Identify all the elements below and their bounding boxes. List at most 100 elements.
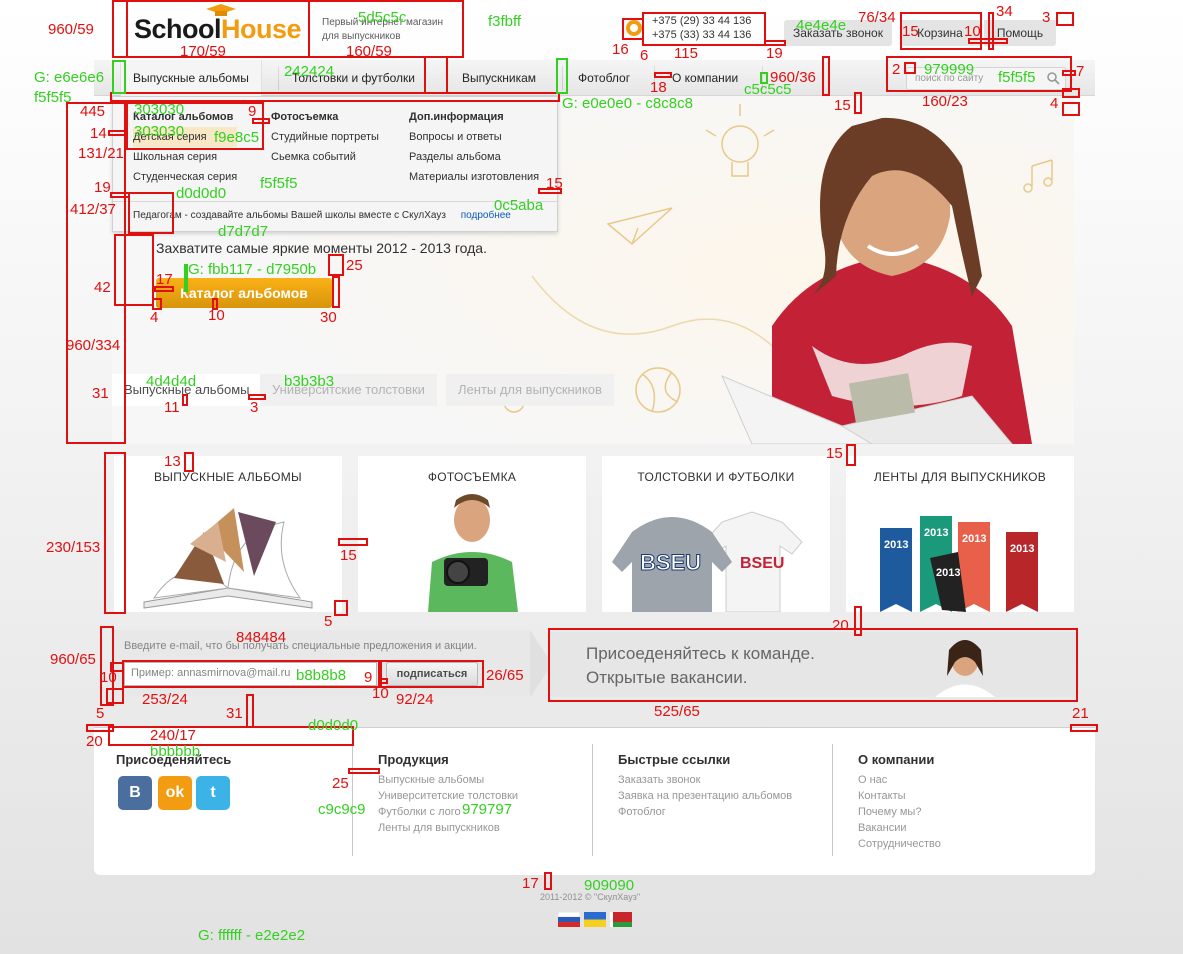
ribbons-image: 2013 2013 2013 2013 2013 (880, 516, 1038, 612)
annotation-label: c5c5c5 (744, 81, 792, 98)
category-card-hoodies[interactable]: ТОЛСТОВКИ И ФУТБОЛКИ BSEU BSEU (602, 456, 830, 612)
annotation-label: 7 (1076, 63, 1085, 80)
annotation-label: 31 (92, 385, 109, 402)
ribbon-year-3: 2013 (962, 533, 986, 545)
footer-link[interactable]: Фотоблог (618, 806, 666, 818)
annotation-label: f5f5f5 (34, 89, 72, 106)
dropdown-heading-photo[interactable]: Фотосъемка (271, 107, 379, 127)
annotation-label: 34 (996, 3, 1013, 20)
annotation-label: 170/59 (180, 43, 226, 60)
ribbon-year-4: 2013 (1010, 543, 1034, 555)
dropdown-footer-text: Педагогам - создавайте альбомы Вашей шко… (133, 210, 446, 221)
jobs-woman-photo (935, 640, 995, 697)
footer-link[interactable]: О нас (858, 774, 887, 786)
annotation-label: b3b3b3 (284, 373, 335, 390)
ukraine-flag-icon[interactable] (584, 912, 606, 927)
hoodie-tshirt-image: BSEU BSEU (612, 511, 803, 612)
footer-link[interactable]: Заказать звонок (618, 774, 700, 786)
logo-text: SchoolHouse (134, 14, 302, 45)
footer-quick-title: Быстрые ссылки (618, 752, 731, 767)
annotation-label: 26/65 (486, 667, 524, 684)
category-title: ТОЛСТОВКИ И ФУТБОЛКИ (637, 470, 795, 484)
subscribe-button[interactable]: подписаться (386, 662, 478, 686)
annotation-label: 960/334 (66, 337, 121, 354)
phone-icon (626, 20, 642, 36)
annotation-label: 15 (834, 97, 851, 114)
tshirt-print: BSEU (740, 555, 784, 572)
odnoklassniki-icon[interactable]: ok (158, 776, 192, 810)
annotation-label: 160/59 (346, 43, 392, 60)
annotation-label: 3 (250, 399, 259, 416)
footer-link[interactable]: Выпускные альбомы (378, 774, 484, 786)
annotation-label: 960/59 (48, 21, 94, 38)
footer-link[interactable]: Почему мы? (858, 806, 921, 818)
annotation-label: 10 (372, 685, 389, 702)
annotation-label: 4e4e4e (796, 17, 847, 34)
nav-item-graduates[interactable]: Выпускникам (450, 60, 548, 96)
annotation-label: 525/65 (654, 703, 700, 720)
annotation-label: 253/24 (142, 691, 188, 708)
dropdown-item-events[interactable]: Сьемка событий (271, 147, 379, 167)
annotation-label: G: e0e0e0 - c8c8c8 (562, 95, 693, 112)
hero-text: Захватите самые яркие моменты 2012 - 201… (156, 240, 487, 256)
category-card-albums[interactable]: ВЫПУСКНЫЕ АЛЬБОМЫ (114, 456, 342, 612)
dropdown-item-school[interactable]: Школьная серия (133, 147, 237, 167)
belarus-flag-icon[interactable] (610, 912, 632, 927)
nav-item-albums[interactable]: Выпускные альбомы (120, 60, 262, 96)
logo-house: House (221, 14, 302, 44)
annotation-label: 25 (332, 775, 349, 792)
annotation-label: G: fbb117 - d7950b (188, 261, 317, 278)
annotation-label: c9c9c9 (318, 801, 366, 818)
annotation-label: 3 (1042, 9, 1051, 26)
dropdown-item-student[interactable]: Студенческая серия (133, 167, 237, 187)
footer-separator (832, 744, 833, 856)
banner-arrow (530, 630, 552, 698)
dropdown-item-studio[interactable]: Студийные портреты (271, 127, 379, 147)
dropdown-item-faq[interactable]: Вопросы и ответы (409, 127, 539, 147)
footer-products-title: Продукция (378, 752, 449, 767)
footer-link[interactable]: Контакты (858, 790, 906, 802)
footer-link[interactable]: Заявка на презентацию альбомов (618, 790, 792, 802)
phone-1: +375 (29) 33 44 136 (652, 15, 752, 27)
hero-tab-ribbons[interactable]: Ленты для выпускников (446, 374, 614, 406)
annotation-label: 303030 (134, 123, 185, 140)
dropdown-item-materials[interactable]: Материалы изготовления (409, 167, 539, 187)
category-card-ribbons[interactable]: ЛЕНТЫ ДЛЯ ВЫПУСКНИКОВ 2013 2013 2013 201… (846, 456, 1074, 612)
vk-icon[interactable]: B (118, 776, 152, 810)
dropdown-item-sections[interactable]: Разделы альбома (409, 147, 539, 167)
ribbon-year-1: 2013 (884, 539, 908, 551)
annotation-label: 13 (164, 453, 181, 470)
category-title: ВЫПУСКНЫЕ АЛЬБОМЫ (154, 470, 302, 484)
russia-flag-icon[interactable] (558, 912, 580, 927)
dropdown-footer: Педагогам - создавайте альбомы Вашей шко… (113, 201, 557, 231)
twitter-icon[interactable]: t (196, 776, 230, 810)
catalog-button[interactable]: Каталог альбомов (156, 278, 332, 308)
annotation-label: 909090 (584, 877, 635, 894)
annotation-label: f5f5f5 (998, 69, 1036, 86)
annotation-label: 15 (546, 175, 563, 192)
nav-item-about[interactable]: О компании (660, 60, 750, 96)
annotation-label: 17 (156, 271, 173, 288)
search-icon[interactable] (1046, 71, 1060, 85)
annotation-label: 25 (346, 257, 363, 274)
nav-item-photoblog[interactable]: Фотоблог (566, 60, 642, 96)
annotation-label: 5 (324, 613, 333, 630)
category-card-photo[interactable]: ФОТОСЪЕМКА (358, 456, 586, 612)
ribbon-year-2: 2013 (924, 527, 948, 539)
annotation-label: f9e8c5 (214, 129, 260, 146)
footer-separator (352, 744, 353, 856)
annotation-label: 5d5c5c (358, 9, 407, 26)
footer-link[interactable]: Ленты для выпускников (378, 822, 500, 834)
annotation-label: 115 (674, 45, 698, 62)
footer-link[interactable]: Футболки с лого (378, 806, 461, 818)
footer-link[interactable]: Сотрудничество (858, 838, 941, 850)
annotation-label: 230/153 (46, 539, 101, 556)
annotation-label: 979999 (924, 61, 975, 78)
footer-link[interactable]: Вакансии (858, 822, 907, 834)
annotation-label: 18 (650, 79, 667, 96)
nav-separator (562, 66, 563, 90)
annotation-label: 160/23 (922, 93, 968, 110)
annotation-box (246, 694, 254, 728)
annotation-label: 16 (612, 41, 629, 58)
dropdown-heading-info[interactable]: Доп.информация (409, 107, 539, 127)
